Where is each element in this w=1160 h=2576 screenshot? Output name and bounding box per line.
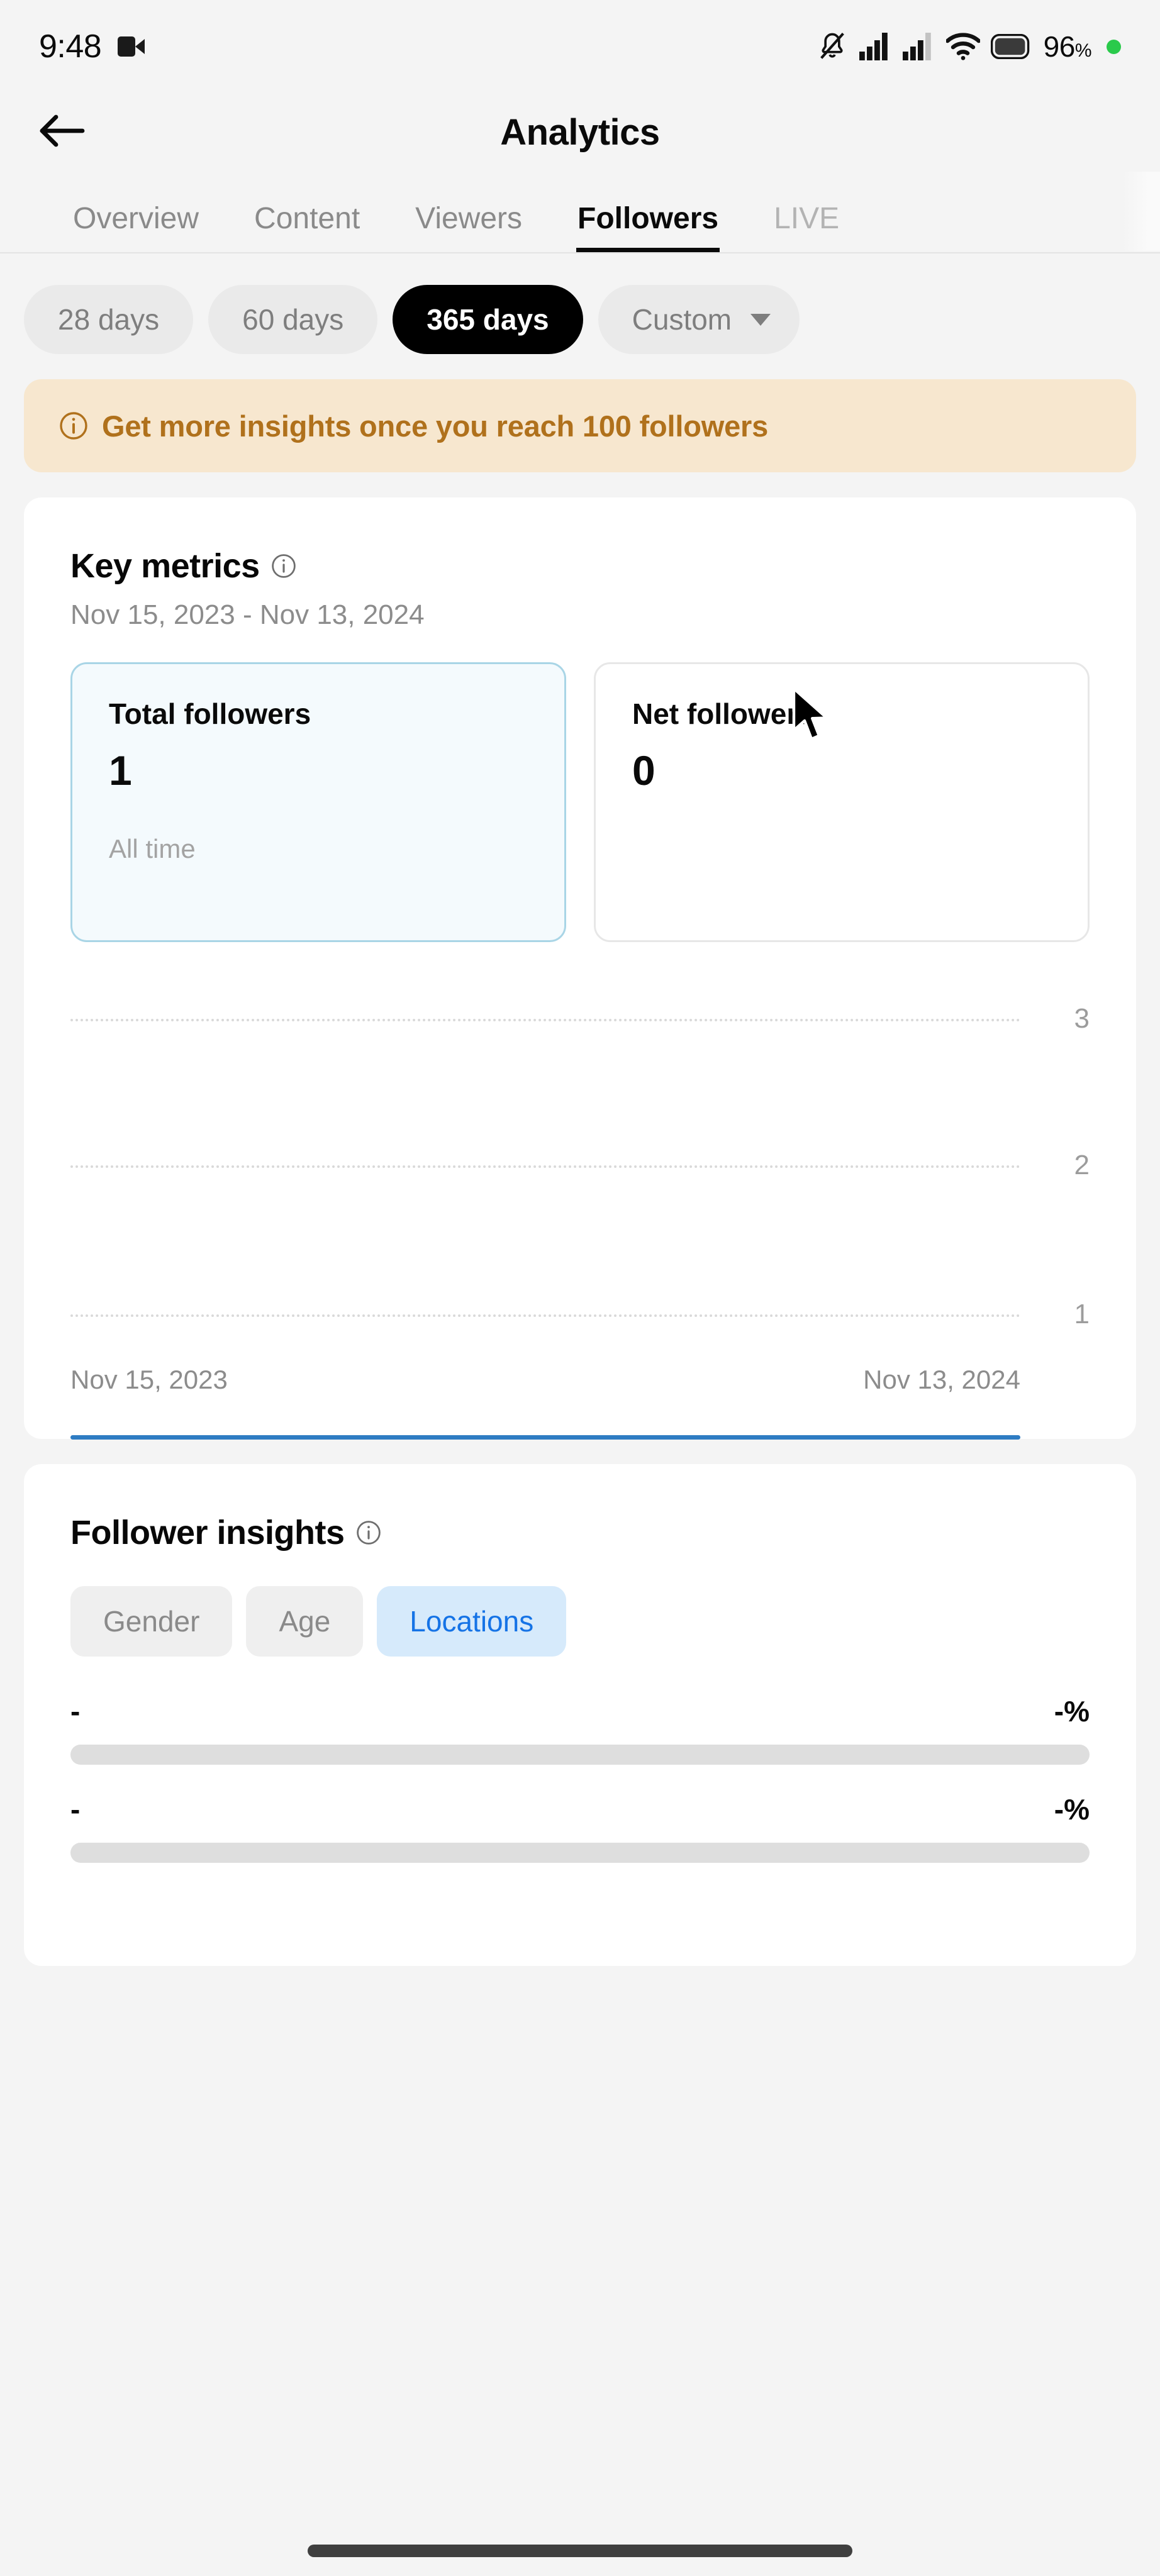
gridline-3 bbox=[70, 1019, 1020, 1021]
chip-60-days[interactable]: 60 days bbox=[208, 285, 378, 354]
metric-label: Total followers bbox=[109, 697, 311, 730]
x-axis-end-label: Nov 13, 2024 bbox=[863, 1365, 1020, 1394]
analytics-tab-bar: Overview Content Viewers Followers LIVE bbox=[0, 172, 1160, 253]
toggle-gender[interactable]: Gender bbox=[70, 1586, 233, 1657]
location-name: - bbox=[70, 1695, 81, 1728]
location-percent: -% bbox=[1054, 1793, 1090, 1826]
status-time: 9:48 bbox=[39, 28, 102, 65]
metric-tile-total-followers[interactable]: Total followers 1 All time bbox=[70, 662, 566, 942]
page-title: Analytics bbox=[500, 112, 660, 153]
date-range-chip-row: 28 days 60 days 365 days Custom bbox=[0, 253, 1160, 354]
chevron-down-icon bbox=[750, 313, 771, 326]
status-bar-right: 96% bbox=[816, 30, 1121, 64]
battery-percent: 96% bbox=[1043, 30, 1092, 63]
info-circle-icon[interactable] bbox=[271, 553, 296, 579]
key-metrics-card: Key metrics Nov 15, 2023 - Nov 13, 2024 … bbox=[24, 497, 1136, 1440]
tab-overflow-fade bbox=[1122, 172, 1160, 251]
follower-insights-title: Follower insights bbox=[70, 1514, 345, 1552]
green-status-dot bbox=[1107, 39, 1121, 54]
tab-overview[interactable]: Overview bbox=[73, 201, 199, 252]
toggle-locations[interactable]: Locations bbox=[377, 1586, 567, 1657]
location-row-header: - -% bbox=[70, 1792, 1090, 1826]
chip-365-days[interactable]: 365 days bbox=[393, 285, 583, 354]
location-row-header: - -% bbox=[70, 1694, 1090, 1728]
tab-viewers[interactable]: Viewers bbox=[415, 201, 522, 252]
tab-live[interactable]: LIVE bbox=[774, 201, 839, 252]
y-tick-label-2: 2 bbox=[1074, 1150, 1090, 1180]
tab-followers[interactable]: Followers bbox=[576, 201, 720, 252]
gridline-2 bbox=[70, 1165, 1020, 1168]
video-camera-icon bbox=[118, 36, 145, 57]
chip-custom-label: Custom bbox=[632, 303, 732, 336]
location-list: - -% - -% bbox=[24, 1657, 1136, 1863]
battery-icon bbox=[990, 34, 1031, 59]
metric-note: All time bbox=[109, 834, 196, 863]
x-axis-start-label: Nov 15, 2023 bbox=[70, 1365, 228, 1394]
y-tick-label-1: 1 bbox=[1074, 1299, 1090, 1330]
app-header: Analytics bbox=[0, 93, 1160, 172]
home-indicator-bar[interactable] bbox=[308, 2545, 852, 2557]
key-metrics-title: Key metrics bbox=[70, 547, 260, 585]
metric-tile-row: Total followers 1 All time Net followers… bbox=[24, 631, 1136, 942]
back-button[interactable] bbox=[36, 108, 87, 158]
chip-28-days[interactable]: 28 days bbox=[24, 285, 194, 354]
list-item: - -% bbox=[70, 1694, 1090, 1765]
follower-insights-card: Follower insights Gender Age Locations -… bbox=[24, 1464, 1136, 1966]
banner-text: Get more insights once you reach 100 fol… bbox=[102, 409, 769, 443]
cellular-signal-icon bbox=[902, 33, 935, 60]
tab-content[interactable]: Content bbox=[254, 201, 360, 252]
metric-tile-net-followers[interactable]: Net followers 0 bbox=[594, 662, 1090, 942]
back-arrow-icon bbox=[38, 113, 85, 152]
chart-x-axis: Nov 15, 2023 Nov 13, 2024 bbox=[70, 1365, 1020, 1439]
key-metrics-date-range: Nov 15, 2023 - Nov 13, 2024 bbox=[70, 599, 425, 630]
location-name: - bbox=[70, 1793, 81, 1826]
location-percent: -% bbox=[1054, 1695, 1090, 1728]
list-item: - -% bbox=[70, 1792, 1090, 1863]
y-tick-label-3: 3 bbox=[1074, 1003, 1090, 1034]
chart-series-line bbox=[70, 1435, 1020, 1440]
follower-insights-header: Follower insights bbox=[24, 1464, 1136, 1552]
status-bar-left: 9:48 bbox=[39, 28, 145, 65]
insights-threshold-banner: Get more insights once you reach 100 fol… bbox=[24, 379, 1136, 472]
metric-value: 0 bbox=[632, 747, 655, 794]
metric-value: 1 bbox=[109, 747, 132, 794]
metric-label: Net followers bbox=[632, 697, 814, 730]
wifi-icon bbox=[945, 33, 980, 60]
location-progress-bar bbox=[70, 1843, 1090, 1863]
insight-toggle-row: Gender Age Locations bbox=[24, 1552, 1136, 1657]
followers-line-chart: 3 2 1 bbox=[70, 981, 1090, 1440]
toggle-age[interactable]: Age bbox=[246, 1586, 364, 1657]
location-progress-bar bbox=[70, 1745, 1090, 1765]
chip-custom-range[interactable]: Custom bbox=[598, 285, 800, 354]
info-circle-icon[interactable] bbox=[356, 1520, 381, 1545]
gridline-1 bbox=[70, 1314, 1020, 1317]
bell-muted-icon bbox=[816, 30, 849, 63]
cellular-signal-icon bbox=[859, 33, 892, 60]
card-bottom-spacer bbox=[24, 1890, 1136, 1966]
status-bar: 9:48 96% bbox=[0, 0, 1160, 93]
key-metrics-header: Key metrics bbox=[24, 497, 1136, 586]
info-circle-icon bbox=[59, 411, 88, 440]
